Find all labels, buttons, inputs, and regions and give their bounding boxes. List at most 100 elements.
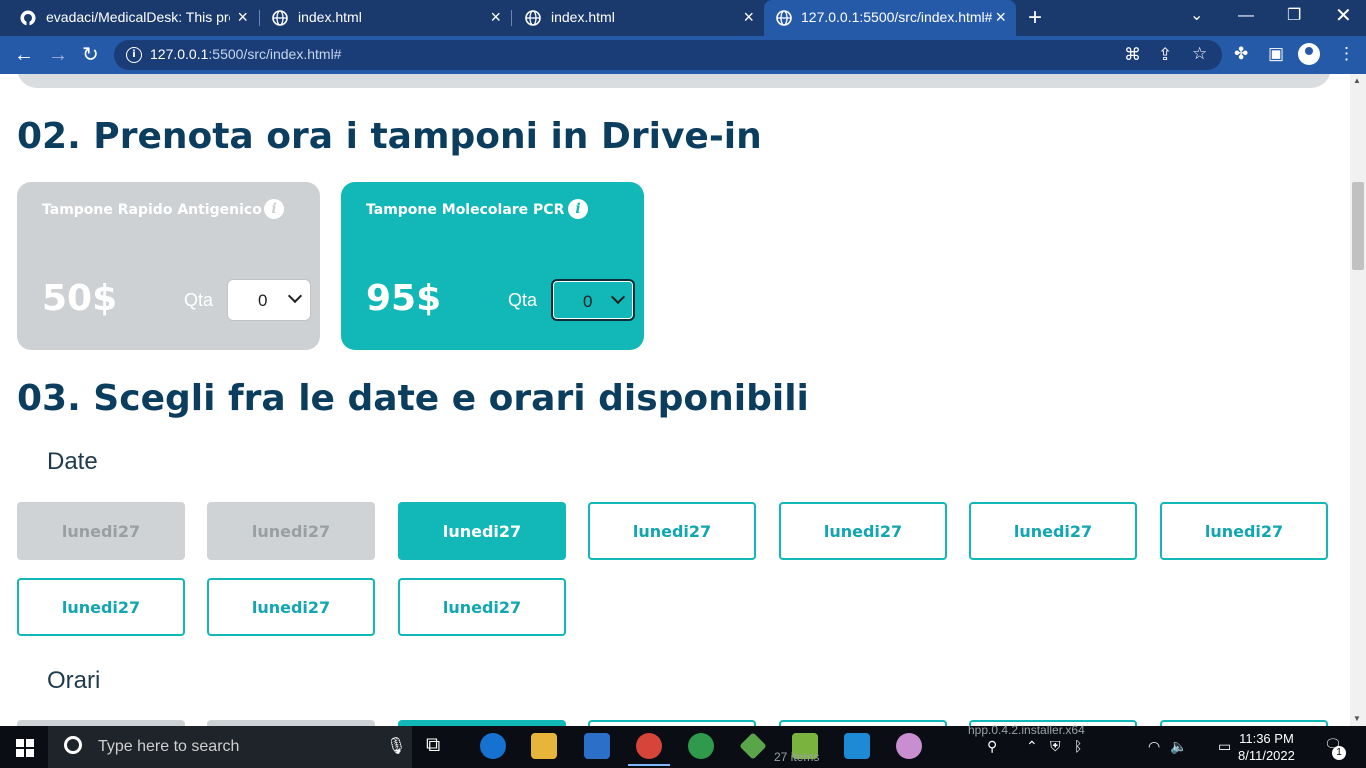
scrollbar-thumb[interactable] [1352,182,1364,270]
page-scrollbar[interactable]: ▲ ▼ [1350,74,1366,726]
github-icon [20,10,36,26]
tab-active-localhost[interactable]: 127.0.0.1:5500/src/index.html# × [764,0,1016,36]
background-text: 27 items [774,750,820,764]
date-slot[interactable]: lunedi27 [398,578,566,636]
close-window-button[interactable]: ✕ [1335,4,1352,28]
quantity-label: Qta [508,290,538,310]
chevron-down-icon [287,288,303,304]
back-arrow-icon[interactable]: ← [14,44,34,66]
vscode-icon[interactable] [844,733,870,759]
globe-icon [776,10,792,26]
clock-time: 11:36 PM [1239,731,1294,746]
section-title-tests: 02. Prenota ora i tamponi in Drive-in [17,116,762,157]
dates-label: Date [47,448,98,475]
date-slot[interactable]: lunedi27 [1160,502,1328,560]
system-clock[interactable]: 11:36 PM 8/11/2022 [1238,730,1295,764]
tab-index-1[interactable]: index.html × [258,0,511,36]
quantity-value: 0 [583,292,593,311]
clock-date: 8/11/2022 [1238,748,1295,763]
close-icon[interactable]: × [237,6,248,28]
test-card-molecolare[interactable]: Tampone Molecolare PCR i 95$ Qta 0 [341,182,644,350]
url-path: :5500/src/index.html# [208,46,342,62]
test-name: Tampone Molecolare PCR [366,202,565,218]
taskbar-search-box[interactable]: Type here to search 🎙 [48,726,412,768]
info-icon[interactable]: i [264,199,284,219]
close-icon[interactable]: × [995,6,1006,28]
notification-count-badge: 1 [1332,746,1346,760]
test-name: Tampone Rapido Antigenico [42,202,262,218]
extensions-puzzle-icon[interactable]: ✤ [1234,44,1248,64]
date-slot[interactable]: lunedi27 [588,502,756,560]
chrome-profile-icon[interactable] [688,733,714,759]
site-info-icon[interactable]: i [126,47,142,63]
translate-icon[interactable]: ⌘ [1124,45,1141,65]
new-tab-button[interactable]: + [1028,4,1042,32]
browser-tab-strip: evadaci/MedicalDesk: This projec × index… [0,0,1366,36]
git-app-icon[interactable] [739,732,767,760]
globe-icon [272,10,288,26]
header-bar [17,74,1331,88]
scroll-down-icon[interactable]: ▼ [1353,714,1361,723]
edge-icon[interactable] [480,733,506,759]
share-icon[interactable]: ⇪ [1158,45,1172,65]
background-text: hpp.0.4.2.installer.x64 [968,723,1085,737]
test-price: 50$ [42,278,118,319]
date-slot[interactable]: lunedi27 [779,502,947,560]
quantity-value: 0 [258,291,268,310]
times-label: Orari [47,667,101,694]
cortana-icon [64,736,82,754]
tab-title: evadaci/MedicalDesk: This projec [46,9,230,25]
tab-search-chevron-icon[interactable]: ⌄ [1190,4,1203,28]
task-view-icon[interactable]: ⧉ [426,734,440,757]
chevron-down-icon [610,289,626,305]
close-icon[interactable]: × [743,6,754,28]
bookmark-star-icon[interactable]: ☆ [1192,44,1207,64]
minimize-button[interactable]: — [1238,4,1254,28]
test-price: 95$ [366,278,442,319]
people-icon[interactable]: ⚲ [987,738,997,755]
chevron-up-icon[interactable]: ⌃ [1026,738,1038,755]
test-card-antigenico[interactable]: Tampone Rapido Antigenico i 50$ Qta 0 [17,182,320,350]
browser-toolbar: ← → ↻ i 127.0.0.1:5500/src/index.html# ⌘… [0,36,1366,74]
date-slot[interactable]: lunedi27 [17,578,185,636]
battery-icon[interactable]: ▭ [1218,738,1231,755]
security-shield-icon[interactable]: ⛨ [1050,738,1061,755]
quantity-label: Qta [184,290,214,310]
wifi-icon[interactable]: ◠ [1148,738,1160,755]
side-panel-icon[interactable]: ▣ [1268,44,1284,64]
forward-arrow-icon[interactable]: → [48,44,68,66]
url-text[interactable]: 127.0.0.1:5500/src/index.html# [150,46,341,62]
date-slot: lunedi27 [17,502,185,560]
date-slot[interactable]: lunedi27 [969,502,1137,560]
profile-avatar-icon[interactable] [1298,43,1320,65]
quantity-select[interactable]: 0 [551,279,635,321]
quantity-select[interactable]: 0 [227,279,311,321]
tab-title: 127.0.0.1:5500/src/index.html# [801,9,993,25]
restore-button[interactable]: ❐ [1287,4,1301,28]
page-viewport: 02. Prenota ora i tamponi in Drive-in Ta… [0,74,1350,726]
tab-title: index.html [298,9,362,25]
chrome-icon[interactable] [628,733,670,766]
address-bar[interactable]: i 127.0.0.1:5500/src/index.html# ⌘ ⇪ ☆ [114,40,1222,70]
date-slot[interactable]: lunedi27 [207,578,375,636]
tab-github[interactable]: evadaci/MedicalDesk: This projec × [0,0,258,36]
file-explorer-icon[interactable] [531,733,557,759]
microsoft-store-icon[interactable] [584,733,610,759]
menu-kebab-icon[interactable]: ⋮ [1338,44,1355,64]
tab-title: index.html [551,9,615,25]
info-icon[interactable]: i [568,199,588,219]
windows-start-icon[interactable] [16,739,34,757]
section-title-dates: 03. Scegli fra le date e orari disponibi… [17,378,809,419]
scroll-up-icon[interactable]: ▲ [1353,76,1361,85]
search-placeholder: Type here to search [98,738,240,755]
bluetooth-icon[interactable]: ᛒ [1074,738,1082,754]
tab-index-2[interactable]: index.html × [511,0,764,36]
close-icon[interactable]: × [490,6,501,28]
paint-icon[interactable] [896,733,922,759]
microphone-icon[interactable]: 🎙 [386,736,406,756]
globe-icon [525,10,541,26]
url-host: 127.0.0.1 [150,46,209,62]
date-slot-selected[interactable]: lunedi27 [398,502,566,560]
reload-icon[interactable]: ↻ [82,44,99,66]
volume-icon[interactable]: 🔈 [1170,738,1187,755]
